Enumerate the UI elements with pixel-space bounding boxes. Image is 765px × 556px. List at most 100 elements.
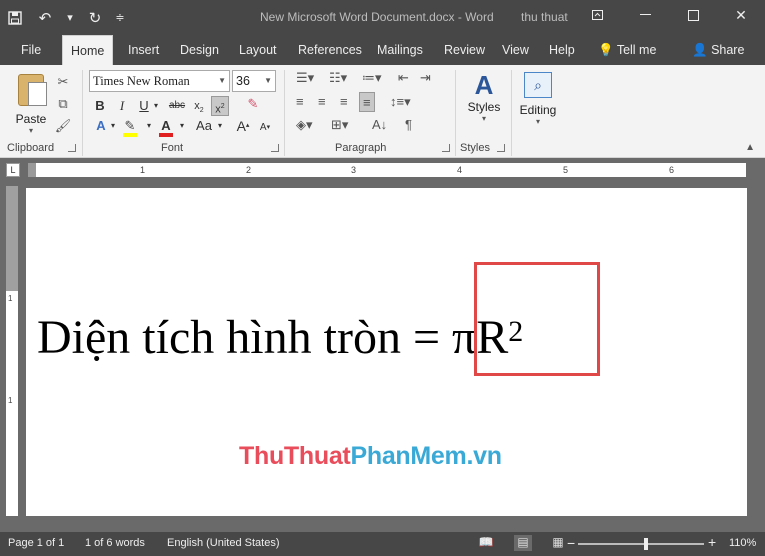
undo-dropdown-icon[interactable]: ▾	[60, 0, 80, 35]
web-layout-icon[interactable]: ▦	[549, 535, 567, 551]
tab-selector[interactable]: L	[6, 163, 20, 177]
print-layout-icon[interactable]: ▤	[514, 535, 532, 551]
ruler-number: 1	[140, 165, 146, 175]
font-color-icon[interactable]: A	[157, 116, 175, 137]
chevron-down-icon: ▼	[218, 76, 226, 85]
horizontal-ruler[interactable]	[28, 163, 746, 177]
align-center-icon[interactable]: ≡	[318, 92, 326, 112]
numbering-icon[interactable]: ☷▾	[329, 68, 347, 88]
chevron-down-icon: ▾	[535, 117, 540, 126]
ribbon-display-options-icon[interactable]	[573, 0, 621, 30]
save-icon[interactable]	[0, 0, 30, 35]
page-count[interactable]: Page 1 of 1	[8, 537, 64, 549]
align-right-icon[interactable]: ≡	[340, 92, 348, 112]
zoom-slider[interactable]	[578, 543, 704, 545]
paste-button[interactable]: Paste ▾	[12, 71, 50, 141]
document-text-main: Diện tích hình tròn = πR	[37, 311, 509, 364]
language[interactable]: English (United States)	[167, 537, 280, 549]
shading-icon[interactable]: ◈▾	[296, 115, 313, 135]
tab-view[interactable]: View	[494, 35, 537, 65]
zoom-slider-thumb[interactable]	[644, 538, 648, 550]
underline-icon[interactable]: U	[137, 96, 151, 116]
vertical-scrollbar[interactable]	[747, 188, 765, 516]
tab-design[interactable]: Design	[172, 35, 227, 65]
chevron-down-icon[interactable]: ▾	[144, 116, 154, 136]
maximize-icon[interactable]	[669, 0, 717, 30]
tab-layout[interactable]: Layout	[231, 35, 285, 65]
chevron-down-icon[interactable]: ▾	[108, 116, 118, 136]
line-spacing-icon[interactable]: ↕≡▾	[390, 92, 411, 112]
group-divider	[455, 70, 456, 156]
customize-qat-icon[interactable]: ≑	[110, 0, 130, 35]
ruler-number: 5	[563, 165, 569, 175]
tab-home[interactable]: Home	[62, 35, 114, 65]
document-page[interactable]: Diện tích hình tròn = πR2 ThuThuatPhanMe…	[26, 188, 747, 516]
styles-button[interactable]: A Styles ▾	[464, 70, 504, 123]
styles-launcher-icon[interactable]	[497, 144, 505, 152]
chevron-down-icon[interactable]: ▾	[177, 116, 187, 136]
font-name-select[interactable]: Times New Roman ▼	[89, 70, 230, 92]
search-icon[interactable]: ⌕	[524, 72, 552, 98]
paragraph-launcher-icon[interactable]	[442, 144, 450, 152]
quick-access-toolbar: ↶ ▾ ↻ ≑	[0, 0, 130, 35]
watermark-part1: ThuThuat	[239, 442, 351, 470]
bullets-icon[interactable]: ☰▾	[296, 68, 314, 88]
person-icon: 👤	[692, 43, 708, 57]
zoom-level[interactable]: 110%	[729, 537, 756, 549]
user-name[interactable]: thu thuat	[521, 10, 568, 24]
decrease-indent-icon[interactable]: ⇤	[398, 68, 409, 88]
close-icon[interactable]: ✕	[717, 0, 765, 30]
increase-indent-icon[interactable]: ⇥	[420, 68, 431, 88]
font-name-value: Times New Roman	[93, 74, 190, 88]
font-size-select[interactable]: 36 ▼	[232, 70, 276, 92]
tab-help[interactable]: Help	[541, 35, 583, 65]
shrink-font-icon[interactable]: A▾	[258, 118, 272, 138]
italic-icon[interactable]: I	[116, 96, 128, 116]
grow-font-icon[interactable]: A▴	[236, 116, 250, 136]
group-divider	[511, 70, 512, 156]
tab-insert[interactable]: Insert	[120, 35, 167, 65]
align-left-icon[interactable]: ≡	[296, 92, 304, 112]
tab-file[interactable]: File	[13, 35, 49, 65]
tab-mailings[interactable]: Mailings	[369, 35, 431, 65]
clipboard-launcher-icon[interactable]	[68, 144, 76, 152]
highlight-color-icon[interactable]: ✎	[121, 116, 139, 137]
cut-icon[interactable]: ✂	[52, 71, 74, 93]
highlight-box	[474, 262, 600, 376]
show-formatting-icon[interactable]: ¶	[405, 115, 412, 135]
paste-label: Paste	[15, 112, 47, 126]
document-text[interactable]: Diện tích hình tròn = πR2	[37, 308, 523, 368]
chevron-down-icon[interactable]: ▾	[215, 116, 225, 136]
share-label: Share	[711, 43, 745, 57]
copy-icon[interactable]: ⧉	[52, 93, 74, 115]
ribbon-tabs: File Home Insert Design Layout Reference…	[0, 35, 765, 65]
chevron-down-icon[interactable]: ▾	[151, 96, 161, 116]
editing-button[interactable]: Editing ▾	[516, 103, 560, 126]
share-button[interactable]: 👤 Share	[684, 35, 752, 65]
group-divider	[82, 70, 83, 156]
minimize-icon[interactable]	[621, 0, 669, 30]
change-case-icon[interactable]: Aa	[192, 116, 216, 136]
read-mode-icon[interactable]: 📖	[477, 535, 495, 551]
bold-icon[interactable]: B	[94, 96, 106, 116]
tab-review[interactable]: Review	[436, 35, 493, 65]
word-count[interactable]: 1 of 6 words	[85, 537, 145, 549]
tell-me-search[interactable]: 💡 Tell me	[590, 35, 664, 65]
multilevel-list-icon[interactable]: ≔▾	[362, 68, 382, 88]
redo-icon[interactable]: ↻	[80, 0, 110, 35]
tab-references[interactable]: References	[290, 35, 370, 65]
zoom-in-icon[interactable]: +	[708, 534, 716, 550]
font-launcher-icon[interactable]	[271, 144, 279, 152]
collapse-ribbon-icon[interactable]: ▲	[745, 142, 755, 153]
borders-icon[interactable]: ⊞▾	[331, 115, 348, 135]
zoom-out-icon[interactable]: −	[567, 535, 575, 551]
undo-icon[interactable]: ↶	[30, 0, 60, 35]
subscript-icon[interactable]: x2	[191, 96, 207, 116]
clear-formatting-icon[interactable]: ✎	[244, 94, 262, 114]
format-painter-icon[interactable]: 🖌	[52, 115, 74, 137]
font-size-value: 36	[236, 74, 250, 88]
sort-icon[interactable]: A↓	[372, 115, 387, 135]
justify-icon[interactable]: ≡	[359, 92, 375, 112]
superscript-icon[interactable]: x2	[211, 96, 229, 116]
strikethrough-icon[interactable]: abc	[167, 96, 187, 116]
